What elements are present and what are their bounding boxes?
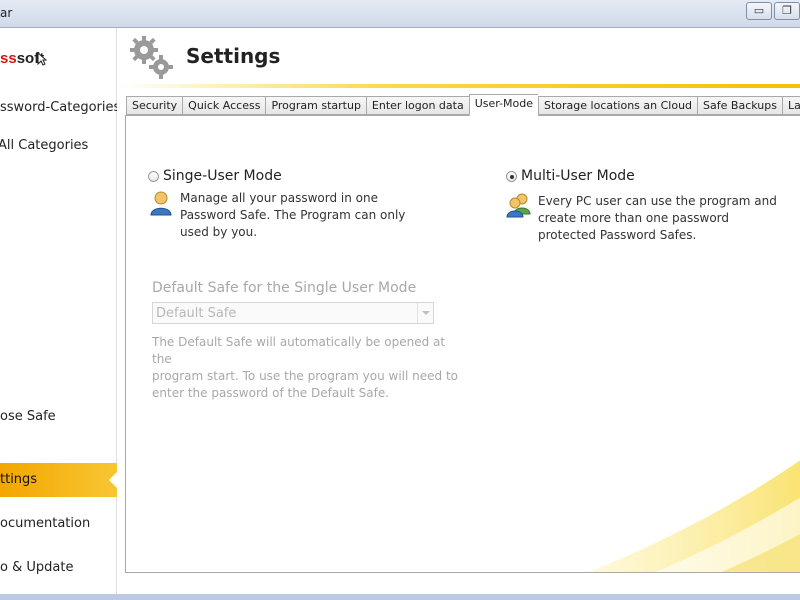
sidebar-item-password-categories[interactable]: ssword-Categories xyxy=(0,100,117,115)
default-safe-description: The Default Safe will automatically be o… xyxy=(152,334,462,402)
multi-user-radio[interactable] xyxy=(506,170,517,182)
desc-line: Manage all your password in one xyxy=(180,191,378,205)
desc-line: create more than one password xyxy=(538,211,730,225)
decorative-swoosh xyxy=(589,460,800,572)
mouse-cursor-icon xyxy=(37,52,47,66)
window-bottom-border xyxy=(0,594,800,600)
multi-user-icon xyxy=(506,193,531,218)
sidebar-item-documentation[interactable]: ocumentation xyxy=(0,516,117,531)
single-user-label: Singe-User Mode xyxy=(163,168,282,184)
tab-safe-backups[interactable]: Safe Backups xyxy=(697,96,782,115)
single-user-mode-option[interactable]: Singe-User Mode xyxy=(148,168,282,184)
tab-language[interactable]: Language xyxy=(781,96,800,115)
window-controls: ▭ ❐ xyxy=(746,2,800,20)
default-safe-select[interactable]: Default Safe xyxy=(152,302,434,324)
desc-line: The Default Safe will automatically be o… xyxy=(152,335,446,366)
sidebar-item-choose-safe[interactable]: ose Safe xyxy=(0,409,117,424)
tab-program-startup[interactable]: Program startup xyxy=(265,96,366,115)
tab-security[interactable]: Security xyxy=(126,96,183,115)
desc-line: used by you. xyxy=(180,225,258,239)
gears-icon xyxy=(130,36,173,79)
sidebar-item-label: o & Update xyxy=(0,560,74,575)
single-user-icon xyxy=(150,191,172,216)
desc-line: program start. To use the program you wi… xyxy=(152,369,459,383)
sidebar-item-all-categories[interactable]: All Categories xyxy=(0,138,115,153)
app-client-area: sssoft ssword-Categories All Categories … xyxy=(0,28,800,594)
page-title: Settings xyxy=(186,44,281,68)
sidebar-item-label: ttings xyxy=(0,472,38,487)
minimize-button[interactable]: ▭ xyxy=(746,2,772,20)
multi-user-description: Every PC user can use the program and cr… xyxy=(538,193,777,244)
desc-line: Password Safe. The Program can only xyxy=(180,208,406,222)
sidebar-item-label: ose Safe xyxy=(0,409,56,424)
window-title: ar xyxy=(0,6,13,20)
multi-user-mode-option[interactable]: Multi-User Mode xyxy=(506,168,635,184)
tab-enter-logon-data[interactable]: Enter logon data xyxy=(365,96,469,115)
sidebar-item-label: All Categories xyxy=(0,138,89,153)
tab-quick-access[interactable]: Quick Access xyxy=(182,96,266,115)
window-titlebar: ar ▭ ❐ xyxy=(0,0,800,28)
sidebar-item-info-update[interactable]: o & Update xyxy=(0,560,117,575)
desc-line: protected Password Safes. xyxy=(538,228,697,242)
page-header: Settings xyxy=(118,28,800,88)
sidebar: sssoft ssword-Categories All Categories … xyxy=(0,28,117,594)
active-indicator-arrow xyxy=(109,472,117,488)
default-safe-value: Default Safe xyxy=(156,306,237,321)
default-safe-label: Default Safe for the Single User Mode xyxy=(152,280,417,296)
single-user-description: Manage all your password in one Password… xyxy=(180,190,405,241)
tab-user-mode[interactable]: User-Mode xyxy=(468,94,538,116)
single-user-radio[interactable] xyxy=(148,170,159,182)
tab-storage-locations[interactable]: Storage locations an Cloud xyxy=(538,96,698,115)
user-mode-panel: Singe-User Mode Manage all your password… xyxy=(125,115,800,573)
logo-red-part: ss xyxy=(0,50,17,67)
sidebar-item-label: ssword-Categories xyxy=(0,100,117,115)
sidebar-item-settings[interactable]: ttings xyxy=(0,463,117,497)
maximize-button[interactable]: ❐ xyxy=(774,2,800,20)
desc-line: Every PC user can use the program and xyxy=(538,194,777,208)
multi-user-label: Multi-User Mode xyxy=(521,168,635,184)
sidebar-item-label: ocumentation xyxy=(0,516,91,531)
header-accent-line xyxy=(118,84,800,88)
chevron-down-icon[interactable] xyxy=(417,303,433,323)
desc-line: enter the password of the Default Safe. xyxy=(152,386,390,400)
settings-tabs: Security Quick Access Program startup En… xyxy=(126,94,800,116)
